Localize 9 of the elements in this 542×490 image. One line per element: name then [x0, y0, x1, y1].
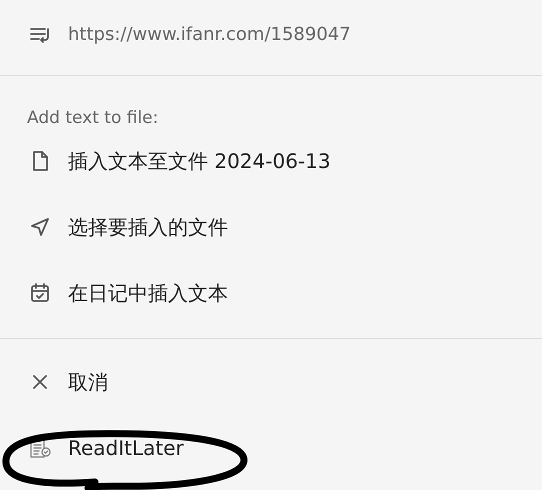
navigation-arrow-icon	[28, 215, 52, 239]
menu-item[interactable]: 选择要插入的文件	[0, 194, 542, 260]
menu-item[interactable]: 取消	[0, 349, 542, 415]
menu-item[interactable]: 插入文本至文件 2024-06-13	[0, 128, 542, 194]
url-text: https://www.ifanr.com/1589047	[68, 24, 351, 45]
calendar-check-icon	[28, 281, 52, 305]
section-label: Add text to file:	[26, 107, 160, 128]
menu-item[interactable]: 在日记中插入文本	[0, 260, 542, 326]
menu-item[interactable]: ReadItLater	[0, 415, 542, 481]
